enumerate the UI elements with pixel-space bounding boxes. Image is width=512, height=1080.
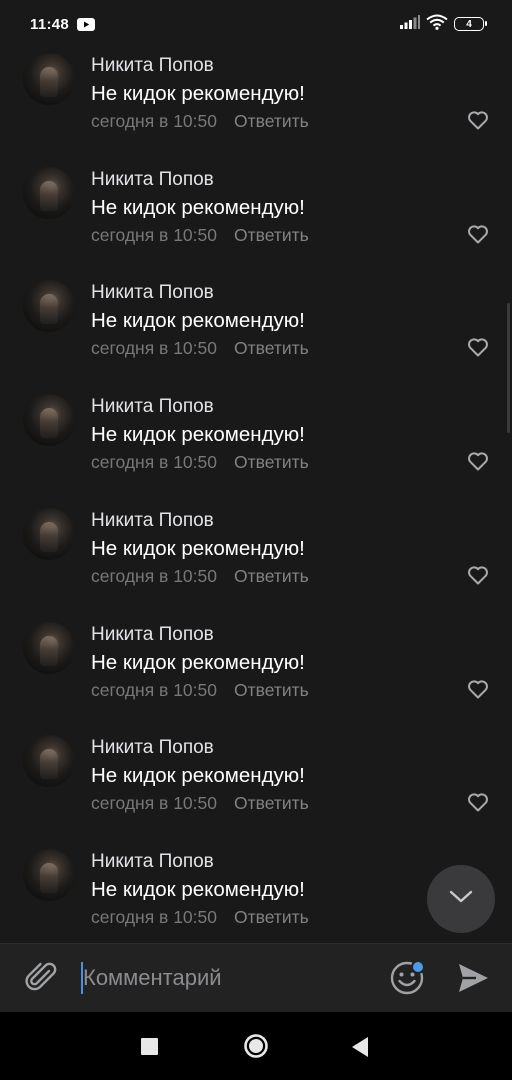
heart-outline-icon xyxy=(466,111,490,136)
notification-dot xyxy=(411,960,425,974)
comment-date: сегодня в 10:50 xyxy=(91,565,217,586)
comment-item: Никита Попов Не кидок рекомендую! сегодня … xyxy=(0,503,512,617)
comment-text: Не кидок рекомендую! xyxy=(91,536,305,560)
comment-item: Никита Попов Не кидок рекомендую! сегодня … xyxy=(0,617,512,731)
reply-button[interactable]: Ответить xyxy=(234,566,309,587)
comment-date: сегодня в 10:50 xyxy=(91,224,217,245)
like-button[interactable] xyxy=(466,790,490,814)
reply-button[interactable]: Ответить xyxy=(234,907,309,928)
comment-text: Не кидок рекомендую! xyxy=(91,423,305,447)
comment-text: Не кидок рекомендую! xyxy=(91,764,305,788)
comment-author[interactable]: Никита Попов xyxy=(91,737,214,759)
text-caret xyxy=(81,962,83,994)
smile-icon xyxy=(388,961,426,1001)
heart-outline-icon xyxy=(466,452,490,477)
battery-level: 4 xyxy=(466,18,472,30)
comment-meta: сегодня в 10:50 Ответить xyxy=(91,793,309,814)
like-button[interactable] xyxy=(466,108,490,132)
comment-meta: сегодня в 10:50 Ответить xyxy=(91,452,309,473)
reply-button[interactable]: Ответить xyxy=(234,793,309,814)
like-button[interactable] xyxy=(466,335,490,359)
like-button[interactable] xyxy=(466,563,490,587)
comment-text: Не кидок рекомендую! xyxy=(91,877,305,901)
comment-meta: сегодня в 10:50 Ответить xyxy=(91,907,309,928)
reply-button[interactable]: Ответить xyxy=(234,225,309,246)
signal-icon xyxy=(400,14,420,34)
comment-item: Никита Попов Не кидок рекомендую! сегодня … xyxy=(0,162,512,276)
heart-outline-icon xyxy=(466,793,490,818)
scroll-down-button[interactable] xyxy=(427,865,495,933)
status-bar: 11:48 4 xyxy=(0,0,512,48)
like-button[interactable] xyxy=(466,449,490,473)
comment-text: Не кидок рекомендую! xyxy=(91,309,305,333)
heart-outline-icon xyxy=(466,225,490,250)
heart-outline-icon xyxy=(466,566,490,591)
comment-item: Никита Попов Не кидок рекомендую! сегодня … xyxy=(0,275,512,389)
avatar[interactable] xyxy=(23,507,75,560)
recents-button[interactable] xyxy=(141,1038,158,1055)
comment-author[interactable]: Никита Попов xyxy=(91,169,214,191)
send-button[interactable] xyxy=(454,959,492,997)
comment-author[interactable]: Никита Попов xyxy=(91,396,214,418)
comment-author[interactable]: Никита Попов xyxy=(91,851,214,873)
comment-date: сегодня в 10:50 xyxy=(91,679,217,700)
status-time: 11:48 xyxy=(30,15,70,33)
reply-button[interactable]: Ответить xyxy=(234,338,309,359)
send-icon xyxy=(454,964,492,1001)
heart-outline-icon xyxy=(466,679,490,705)
comment-meta: сегодня в 10:50 Ответить xyxy=(91,111,309,132)
like-button[interactable] xyxy=(466,222,490,246)
comment-author[interactable]: Никита Попов xyxy=(91,282,214,304)
avatar[interactable] xyxy=(23,280,75,333)
comment-text: Не кидок рекомендую! xyxy=(91,82,305,105)
home-button[interactable] xyxy=(243,1033,269,1059)
comment-composer xyxy=(0,943,512,1012)
comment-date: сегодня в 10:50 xyxy=(91,452,217,473)
comment-item: Никита Попов Не кидок рекомендую! сегодня … xyxy=(0,48,512,162)
avatar[interactable] xyxy=(23,166,75,219)
battery-icon: 4 xyxy=(454,17,487,31)
comment-input[interactable] xyxy=(80,958,370,998)
comment-text: Не кидок рекомендую! xyxy=(91,195,305,219)
reply-button[interactable]: Ответить xyxy=(234,111,309,132)
attach-button[interactable] xyxy=(22,959,60,997)
heart-outline-icon xyxy=(466,338,490,363)
comment-author[interactable]: Никита Попов xyxy=(91,510,214,532)
avatar[interactable] xyxy=(23,848,75,901)
back-button[interactable] xyxy=(350,1036,370,1058)
comment-meta: сегодня в 10:50 Ответить xyxy=(91,225,309,246)
avatar[interactable] xyxy=(23,735,75,788)
comment-item: Никита Попов Не кидок рекомендую! сегодня … xyxy=(0,730,512,844)
comment-meta: сегодня в 10:50 Ответить xyxy=(91,338,309,359)
system-nav-bar xyxy=(0,1012,512,1080)
comment-date: сегодня в 10:50 xyxy=(91,111,217,131)
comment-meta: сегодня в 10:50 Ответить xyxy=(91,680,309,701)
comment-meta: сегодня в 10:50 Ответить xyxy=(91,566,309,587)
avatar[interactable] xyxy=(23,621,75,674)
youtube-icon xyxy=(77,17,96,31)
avatar[interactable] xyxy=(23,53,75,105)
comment-text: Не кидок рекомендую! xyxy=(91,650,305,674)
wifi-icon xyxy=(426,14,448,35)
like-button[interactable] xyxy=(466,677,490,701)
comment-date: сегодня в 10:50 xyxy=(91,906,217,927)
comment-date: сегодня в 10:50 xyxy=(91,338,217,359)
chevron-down-icon xyxy=(448,889,474,910)
reply-button[interactable]: Ответить xyxy=(234,452,309,473)
comment-author[interactable]: Никита Попов xyxy=(91,55,214,77)
reply-button[interactable]: Ответить xyxy=(234,680,309,701)
status-indicators: 4 xyxy=(400,14,487,35)
comment-author[interactable]: Никита Попов xyxy=(91,624,214,646)
avatar[interactable] xyxy=(23,394,75,447)
comment-list[interactable]: Никита Попов Не кидок рекомендую! сегодня … xyxy=(0,48,512,943)
comment-date: сегодня в 10:50 xyxy=(91,793,217,814)
comment-item: Никита Попов Не кидок рекомендую! сегодня … xyxy=(0,389,512,503)
paperclip-icon xyxy=(22,962,60,1001)
